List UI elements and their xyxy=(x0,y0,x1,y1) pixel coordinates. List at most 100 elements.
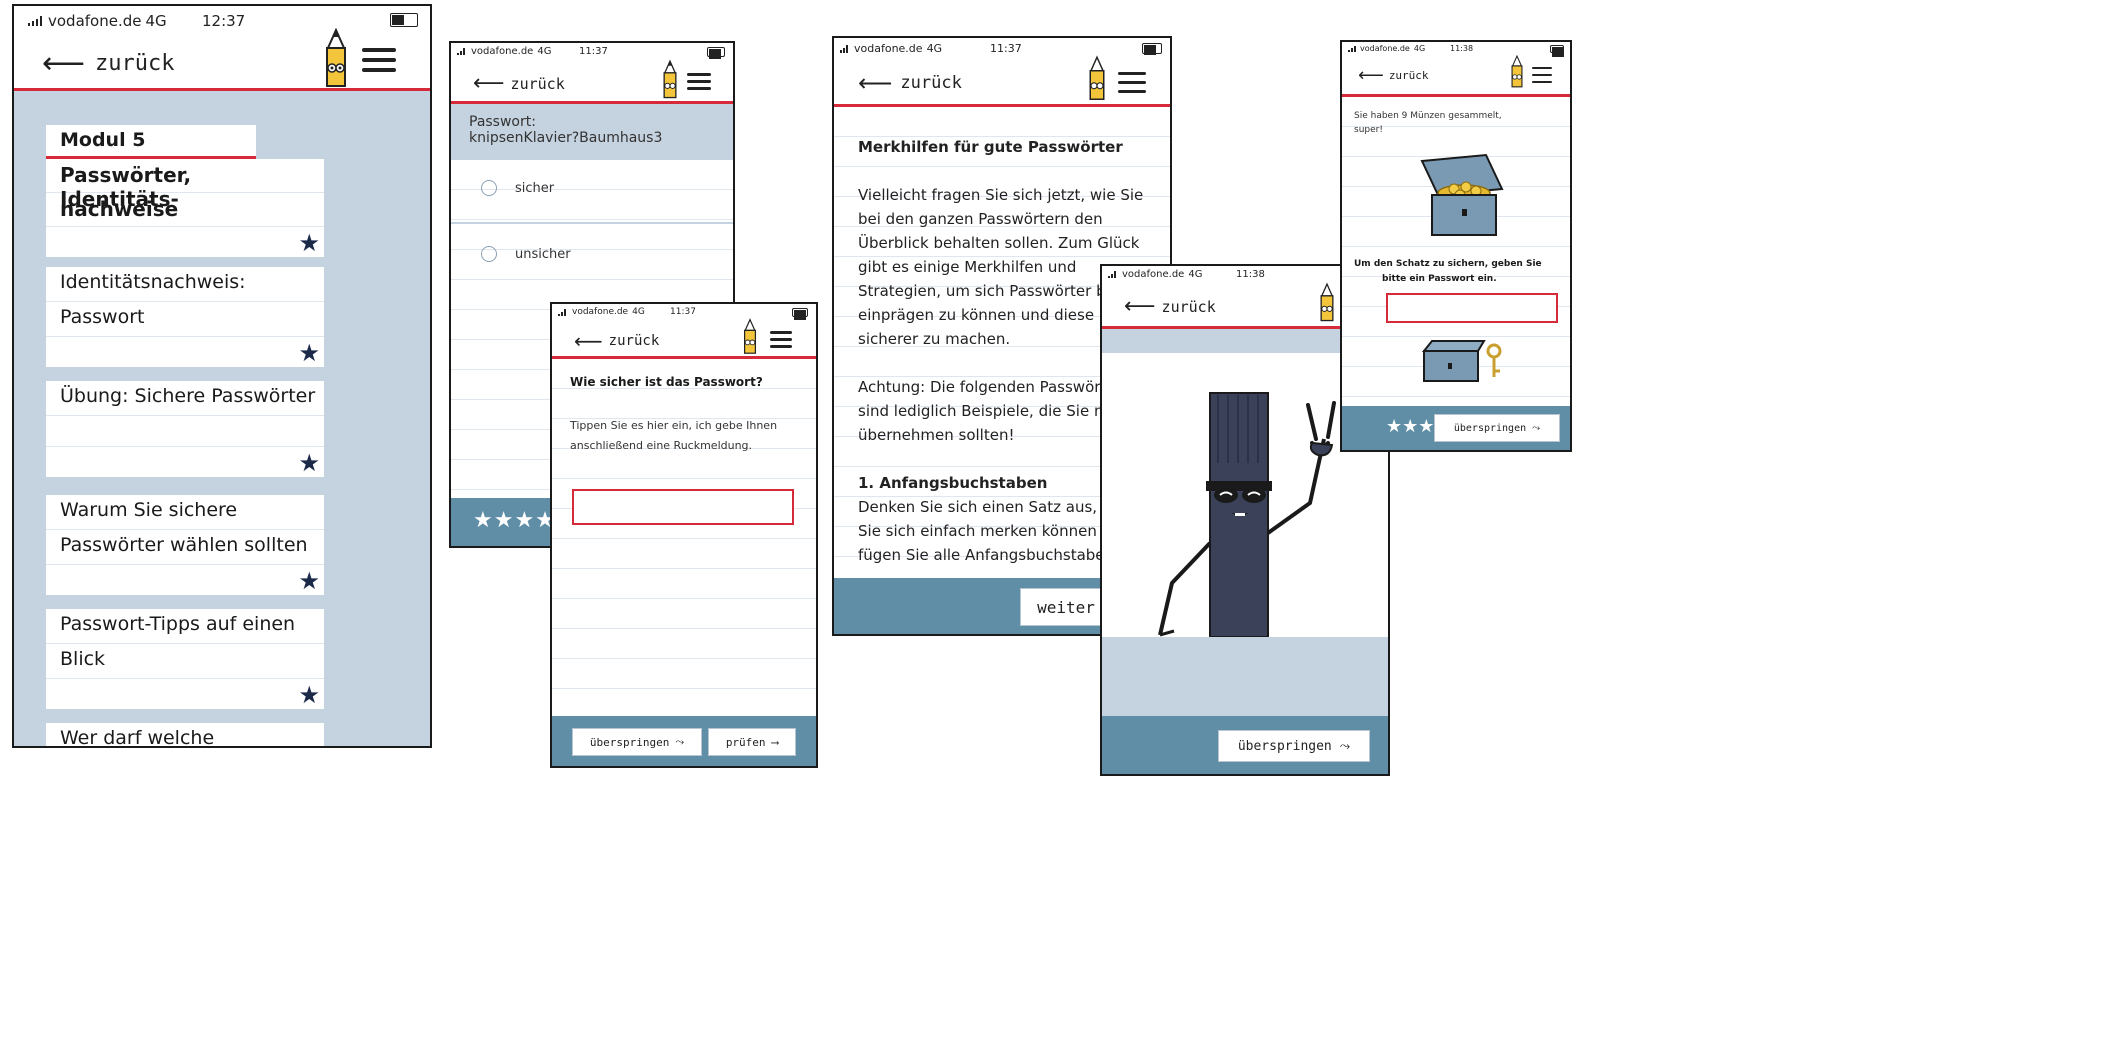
status-time: 11:37 xyxy=(670,307,696,317)
back-button[interactable]: ⟵ zurück xyxy=(42,46,175,81)
menu-icon[interactable] xyxy=(770,331,792,348)
star-icon: ★ xyxy=(298,681,320,709)
back-button[interactable]: ⟵ zurück xyxy=(574,329,659,353)
back-label: zurück xyxy=(608,333,660,349)
option-label: unsicher xyxy=(515,246,571,262)
next-label: weiter xyxy=(1037,597,1095,617)
carrier-name: vodafone.de xyxy=(48,12,142,30)
pencil-mascot-icon xyxy=(1511,54,1523,88)
mascot-footer: überspringen ⤳ xyxy=(1102,716,1388,774)
pencil-mascot-icon xyxy=(1320,282,1334,322)
phone-modules-screen: vodafone.de 4G 12:37 ⟵ zurück Modul 5 Pa… xyxy=(12,4,432,748)
arrow-left-icon: ⟵ xyxy=(1358,65,1384,86)
treasure-password-input[interactable] xyxy=(1386,293,1558,323)
open-treasure-chest-icon xyxy=(1420,153,1504,236)
status-bar: vodafone.de 4G 11:37 xyxy=(451,43,733,63)
lesson-card-tips[interactable]: Passwort-Tipps auf einen Blick ★ xyxy=(46,609,324,709)
tips-p1-line3: Überblick behalten sollen. Zum Glück xyxy=(858,234,1140,252)
tips-heading: Merkhilfen für gute Passwörter xyxy=(858,138,1123,156)
network-type: 4G xyxy=(145,12,167,30)
carrier-name: vodafone.de xyxy=(854,42,923,55)
coins-message-line2: super! xyxy=(1354,125,1383,135)
lesson-card-identity[interactable]: Identitätsnachweis: Passwort ★ xyxy=(46,267,324,367)
pencil-mascot-icon xyxy=(326,28,346,87)
carrier-name: vodafone.de xyxy=(471,46,534,57)
back-label: zurück xyxy=(510,74,565,93)
radio-button[interactable] xyxy=(481,180,497,196)
network-type: 4G xyxy=(632,307,645,317)
lesson-card-why[interactable]: Warum Sie sichere Passwörter wählen soll… xyxy=(46,495,324,595)
check-button[interactable]: prüfen ⟶ xyxy=(708,728,796,756)
password-input[interactable] xyxy=(572,489,794,525)
status-time: 11:37 xyxy=(579,46,608,57)
password-label: Passwort: xyxy=(469,114,536,130)
lesson-title-line2: Passwort xyxy=(46,302,324,337)
skip-label: überspringen xyxy=(589,735,670,749)
back-button[interactable]: ⟵ zurück xyxy=(858,69,962,97)
lesson-title-line1: Übung: Sichere Passwörter xyxy=(46,381,324,416)
app-header: ⟵ zurück xyxy=(451,59,733,104)
lesson-card-who[interactable]: Wer darf welche xyxy=(46,723,324,748)
lesson-title-line2: Blick xyxy=(46,644,324,679)
skip-button[interactable]: überspringen ⤳ xyxy=(572,728,702,756)
lesson-title-line1: Identitätsnachweis: xyxy=(46,267,324,302)
arrow-right-icon: ⟶ xyxy=(771,735,779,749)
back-button[interactable]: ⟵ zurück xyxy=(473,71,565,96)
coins-message-line1: Sie haben 9 Münzen gesammelt, xyxy=(1354,111,1502,121)
instruction-line2: anschließend eine Ruckmeldung. xyxy=(570,439,753,452)
lesson-title-line1: Wer darf welche xyxy=(60,727,215,748)
skip-arrow-icon: ⤳ xyxy=(1339,738,1351,754)
star-icon: ★ xyxy=(298,449,320,477)
star-icon: ★ xyxy=(298,229,320,257)
pencil-mascot-icon xyxy=(744,318,756,354)
option-unsicher[interactable]: unsicher xyxy=(481,246,571,262)
arrow-left-icon: ⟵ xyxy=(473,71,505,96)
action-footer: überspringen ⤳ prüfen ⟶ xyxy=(552,716,816,766)
battery-icon xyxy=(1142,43,1162,55)
skip-button[interactable]: überspringen ⤳ xyxy=(1218,730,1370,762)
battery-icon xyxy=(390,13,418,27)
skip-label: überspringen xyxy=(1237,738,1332,754)
back-button[interactable]: ⟵ zurück xyxy=(1358,65,1429,86)
app-header: ⟵ zurück xyxy=(14,28,430,91)
status-time: 12:37 xyxy=(202,12,246,30)
status-time: 11:38 xyxy=(1450,44,1474,53)
menu-icon[interactable] xyxy=(1118,72,1146,93)
network-type: 4G xyxy=(1413,44,1426,53)
carrier-name: vodafone.de xyxy=(572,307,629,317)
back-button[interactable]: ⟵ zurück xyxy=(1124,294,1216,319)
option-label: sicher xyxy=(515,180,555,196)
module-title-line1: Passwörter, Identitäts- xyxy=(46,159,324,211)
status-time: 11:37 xyxy=(990,42,1022,55)
network-type: 4G xyxy=(926,42,943,55)
app-header: ⟵ zurück xyxy=(552,318,816,359)
progress-stars: ★★★★ xyxy=(473,508,556,533)
module-title-card[interactable]: Modul 5 Passwörter, Identitäts- nachweis… xyxy=(46,125,324,257)
signal-icon xyxy=(840,44,850,53)
phone-enter-password-screen: vodafone.de 4G 11:37 ⟵ zurück Wie sicher… xyxy=(550,302,818,768)
menu-icon[interactable] xyxy=(1532,67,1552,83)
tips-p1-line2: bei den ganzen Passwörtern den xyxy=(858,210,1103,228)
password-display: Passwort: knipsenKlavier?Baumhaus3 xyxy=(451,104,733,160)
signal-icon xyxy=(28,16,44,26)
menu-icon[interactable] xyxy=(362,48,396,72)
radio-button[interactable] xyxy=(481,246,497,262)
status-bar: vodafone.de 4G 11:37 xyxy=(834,38,1170,60)
lesson-card-exercise[interactable]: Übung: Sichere Passwörter ★ xyxy=(46,381,324,477)
option-sicher[interactable]: sicher xyxy=(481,180,554,196)
status-bar: vodafone.de 4G 11:37 xyxy=(552,304,816,322)
lesson-title-line1: Passwort-Tipps auf einen xyxy=(46,609,324,644)
status-bar: vodafone.de 4G 11:38 xyxy=(1342,42,1570,58)
battery-icon xyxy=(792,308,808,320)
lesson-title-line2: Passwörter wählen sollten xyxy=(46,530,324,565)
next-button[interactable]: weiter xyxy=(1020,588,1112,626)
prompt-line2: bitte ein Passwort ein. xyxy=(1382,274,1497,284)
status-bar: vodafone.de 4G 12:37 xyxy=(14,6,430,34)
skip-button[interactable]: überspringen ⤳ xyxy=(1434,414,1560,442)
lesson-title-line1: Warum Sie sichere xyxy=(46,495,324,530)
app-header: ⟵ zurück xyxy=(834,55,1170,107)
carrier-name: vodafone.de xyxy=(1360,44,1410,53)
progress-stars: ★★★ xyxy=(1386,416,1435,437)
star-icon: ★ xyxy=(298,339,320,367)
menu-icon[interactable] xyxy=(687,73,711,90)
